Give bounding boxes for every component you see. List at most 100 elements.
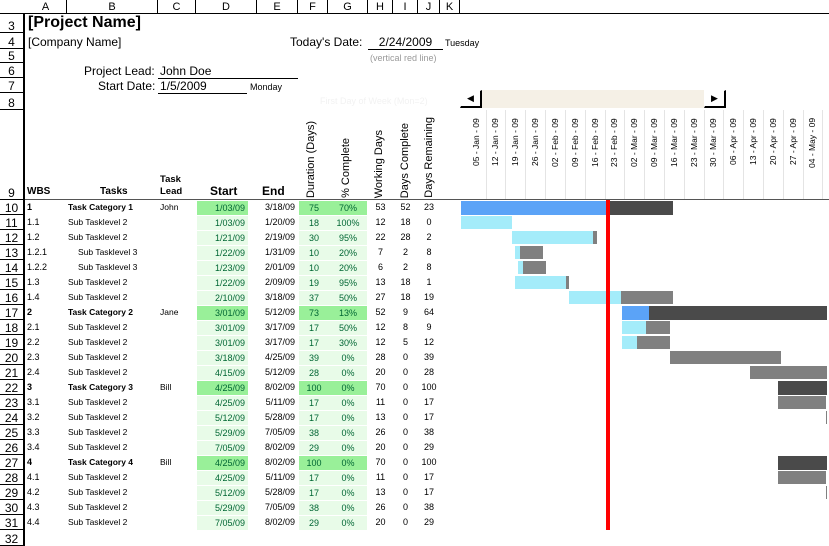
task-name-cell[interactable]: Sub Tasklevel 2 — [68, 515, 163, 530]
task-name-cell[interactable]: Task Category 3 — [68, 380, 163, 395]
start-cell[interactable]: 1/22/09 — [197, 276, 248, 290]
row-header-22[interactable]: 22 — [0, 380, 23, 395]
duration-cell[interactable]: 38 — [299, 501, 329, 515]
duration-cell[interactable]: 10 — [299, 246, 329, 260]
wbs-cell[interactable]: 2.2 — [27, 335, 67, 350]
duration-cell[interactable]: 18 — [299, 216, 329, 230]
duration-cell[interactable]: 17 — [299, 336, 329, 350]
pct-complete-cell[interactable]: 0% — [329, 471, 367, 485]
task-lead-cell[interactable] — [160, 410, 196, 425]
wbs-cell[interactable]: 3.1 — [27, 395, 67, 410]
duration-cell[interactable]: 30 — [299, 231, 329, 245]
start-cell[interactable]: 7/05/09 — [197, 441, 248, 455]
task-lead-cell[interactable]: John — [160, 200, 196, 215]
duration-cell[interactable]: 29 — [299, 516, 329, 530]
task-name-cell[interactable]: Sub Tasklevel 2 — [68, 440, 163, 455]
task-lead-cell[interactable] — [160, 395, 196, 410]
task-lead-cell[interactable] — [160, 350, 196, 365]
end-cell[interactable]: 7/05/09 — [250, 425, 298, 440]
start-cell[interactable]: 7/05/09 — [197, 516, 248, 530]
task-name-cell[interactable]: Sub Tasklevel 2 — [68, 230, 163, 245]
end-cell[interactable]: 2/01/09 — [250, 260, 298, 275]
duration-cell[interactable]: 17 — [299, 396, 329, 410]
task-lead-cell[interactable] — [160, 215, 196, 230]
end-cell[interactable]: 5/28/09 — [250, 485, 298, 500]
row-header-27[interactable]: 27 — [0, 455, 23, 470]
row-header-31[interactable]: 31 — [0, 515, 23, 530]
task-lead-cell[interactable] — [160, 230, 196, 245]
task-lead-cell[interactable] — [160, 275, 196, 290]
pct-complete-cell[interactable]: 95% — [329, 276, 367, 290]
todays-date-value[interactable]: 2/24/2009 — [368, 35, 443, 50]
task-name-cell[interactable]: Task Category 1 — [68, 200, 163, 215]
column-header-K[interactable]: K — [440, 0, 460, 14]
wbs-cell[interactable]: 1.1 — [27, 215, 67, 230]
pct-complete-cell[interactable]: 0% — [329, 426, 367, 440]
pct-complete-cell[interactable]: 0% — [329, 411, 367, 425]
end-cell[interactable]: 3/18/09 — [250, 200, 298, 215]
column-header-A[interactable]: A — [25, 0, 67, 14]
column-header-G[interactable]: G — [328, 0, 368, 14]
duration-cell[interactable]: 39 — [299, 351, 329, 365]
end-cell[interactable]: 2/19/09 — [250, 230, 298, 245]
pct-complete-cell[interactable]: 95% — [329, 231, 367, 245]
wbs-cell[interactable]: 3 — [27, 380, 67, 395]
wbs-cell[interactable]: 1.2 — [27, 230, 67, 245]
duration-cell[interactable]: 29 — [299, 441, 329, 455]
company-name[interactable]: [Company Name] — [28, 35, 121, 49]
column-header-B[interactable]: B — [67, 0, 158, 14]
column-header-F[interactable]: F — [298, 0, 328, 14]
pct-complete-cell[interactable]: 30% — [329, 336, 367, 350]
pct-complete-cell[interactable]: 0% — [329, 381, 367, 395]
end-cell[interactable]: 8/02/09 — [250, 380, 298, 395]
task-name-cell[interactable]: Sub Tasklevel 2 — [68, 215, 163, 230]
column-header-H[interactable]: H — [368, 0, 393, 14]
task-lead-cell[interactable]: Jane — [160, 305, 196, 320]
pct-complete-cell[interactable]: 0% — [329, 396, 367, 410]
wbs-cell[interactable]: 1 — [27, 200, 67, 215]
timeline-scrollbar[interactable]: ◀ ▶ — [460, 90, 726, 108]
scroll-right-arrow-icon[interactable]: ▶ — [704, 90, 726, 108]
start-cell[interactable]: 4/15/09 — [197, 366, 248, 380]
task-name-cell[interactable]: Sub Tasklevel 2 — [68, 365, 163, 380]
duration-cell[interactable]: 17 — [299, 411, 329, 425]
duration-cell[interactable]: 17 — [299, 321, 329, 335]
task-lead-cell[interactable]: Bill — [160, 380, 196, 395]
task-lead-cell[interactable] — [160, 425, 196, 440]
task-lead-cell[interactable] — [160, 290, 196, 305]
duration-cell[interactable]: 37 — [299, 291, 329, 305]
task-name-cell[interactable]: Sub Tasklevel 2 — [68, 350, 163, 365]
wbs-cell[interactable]: 1.2.2 — [27, 260, 67, 275]
task-name-cell[interactable]: Sub Tasklevel 3 — [78, 245, 173, 260]
wbs-cell[interactable]: 3.3 — [27, 425, 67, 440]
wbs-cell[interactable]: 2.4 — [27, 365, 67, 380]
wbs-cell[interactable]: 1.4 — [27, 290, 67, 305]
task-name-cell[interactable]: Sub Tasklevel 3 — [78, 260, 173, 275]
wbs-cell[interactable]: 4 — [27, 455, 67, 470]
start-date-value[interactable]: 1/5/2009 — [158, 79, 247, 94]
row-header-25[interactable]: 25 — [0, 425, 23, 440]
task-name-cell[interactable]: Sub Tasklevel 2 — [68, 395, 163, 410]
start-cell[interactable]: 5/12/09 — [197, 411, 248, 425]
end-cell[interactable]: 8/02/09 — [250, 440, 298, 455]
pct-complete-cell[interactable]: 0% — [329, 516, 367, 530]
pct-complete-cell[interactable]: 100% — [329, 216, 367, 230]
start-cell[interactable]: 4/25/09 — [197, 381, 248, 395]
task-name-cell[interactable]: Sub Tasklevel 2 — [68, 335, 163, 350]
column-header-J[interactable]: J — [418, 0, 440, 14]
start-cell[interactable]: 2/10/09 — [197, 291, 248, 305]
wbs-cell[interactable]: 4.2 — [27, 485, 67, 500]
duration-cell[interactable]: 17 — [299, 486, 329, 500]
pct-complete-cell[interactable]: 0% — [329, 456, 367, 470]
end-cell[interactable]: 4/25/09 — [250, 350, 298, 365]
start-cell[interactable]: 3/01/09 — [197, 336, 248, 350]
row-header-12[interactable]: 12 — [0, 230, 23, 245]
pct-complete-cell[interactable]: 0% — [329, 486, 367, 500]
duration-cell[interactable]: 10 — [299, 261, 329, 275]
pct-complete-cell[interactable]: 50% — [329, 321, 367, 335]
end-cell[interactable]: 8/02/09 — [250, 515, 298, 530]
task-lead-cell[interactable] — [160, 260, 196, 275]
row-header-17[interactable]: 17 — [0, 305, 23, 320]
start-cell[interactable]: 1/21/09 — [197, 231, 248, 245]
end-cell[interactable]: 1/31/09 — [250, 245, 298, 260]
